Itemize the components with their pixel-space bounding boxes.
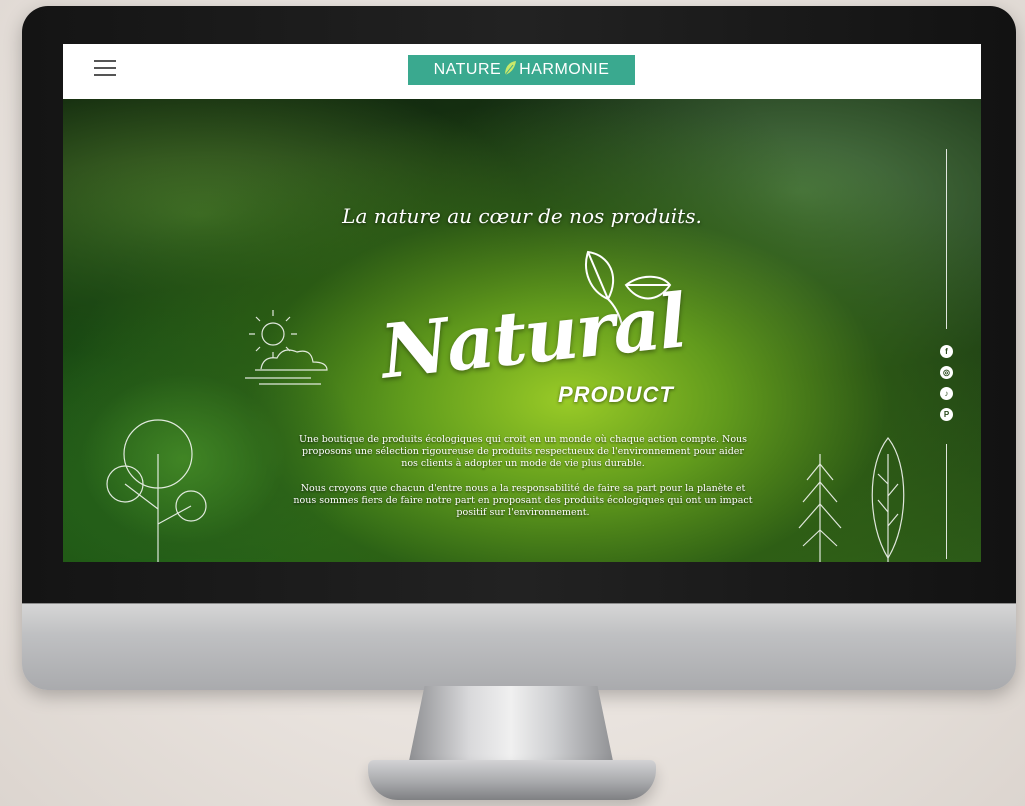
monitor-stand-foot <box>368 760 656 800</box>
facebook-icon[interactable]: f <box>940 345 953 358</box>
monitor-stand-neck <box>408 686 614 766</box>
hero-tagline: La nature au cœur de nos produits. <box>342 204 702 228</box>
hero-section: La nature au cœur de nos produits. Natur… <box>63 99 981 562</box>
sun-cloud-icon <box>245 310 328 385</box>
vertical-divider-bottom <box>946 444 947 559</box>
hero-description-paragraph-1: Une boutique de produits écologiques qui… <box>298 434 748 469</box>
logo-text-harmonie: HARMONIE <box>519 61 610 78</box>
top-navigation-bar: NATURE HARMONIE <box>63 44 981 99</box>
logo-text-nature: NATURE <box>433 61 502 78</box>
pine-tree-icon <box>798 454 842 562</box>
leaf-icon <box>503 60 517 81</box>
hero-description-paragraph-2: Nous croyons que chacun d'entre nous a l… <box>293 483 753 518</box>
tree-icon <box>106 419 207 562</box>
tiktok-icon[interactable]: ♪ <box>940 387 953 400</box>
hamburger-menu-icon[interactable] <box>94 60 116 78</box>
feather-leaf-icon <box>871 437 905 562</box>
instagram-icon[interactable]: ◎ <box>940 366 953 379</box>
pinterest-icon[interactable]: P <box>940 408 953 421</box>
website-screen: NATURE HARMONIE La nature au cœur de nos… <box>63 44 981 562</box>
monitor-chin <box>22 603 1016 690</box>
site-logo[interactable]: NATURE HARMONIE <box>408 55 635 85</box>
brand-word-natural: Natural <box>377 278 689 396</box>
vertical-divider-top <box>946 149 947 329</box>
brand-word-product: PRODUCT <box>558 382 674 407</box>
